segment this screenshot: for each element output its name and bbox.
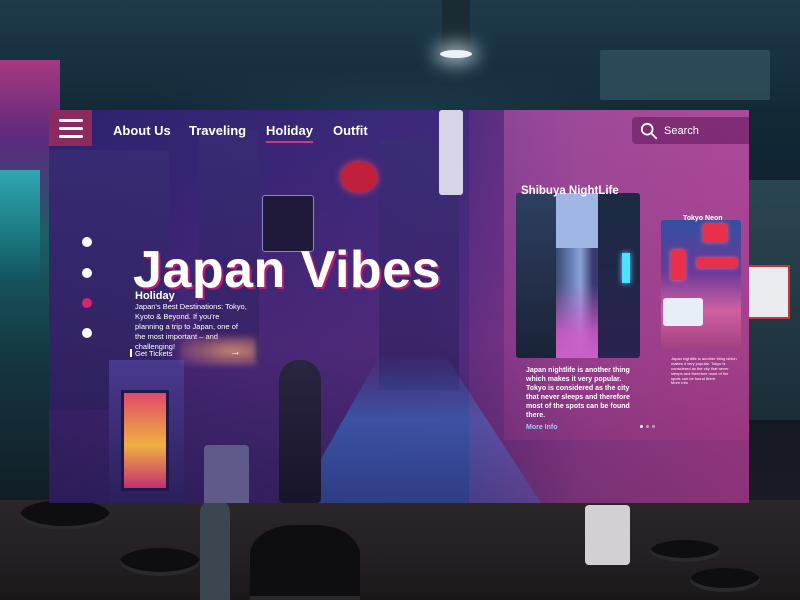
nav-traveling[interactable]: Traveling (189, 123, 246, 138)
neon-sign (703, 224, 727, 242)
secondary-description: Japan nightlife is another thing which m… (671, 356, 737, 381)
ceiling-lamp (442, 0, 470, 56)
slide-dot[interactable] (82, 237, 92, 247)
hamburger-menu-button[interactable] (49, 110, 92, 146)
alley-wall (516, 193, 556, 358)
alley-sky (556, 193, 598, 248)
hero-subtitle: Holiday (135, 290, 175, 302)
menu-line (58, 118, 83, 122)
stool (250, 525, 360, 600)
more-info-link[interactable]: More Info (526, 424, 558, 431)
nav-holiday[interactable]: Holiday (266, 123, 313, 143)
arcade-screen (0, 170, 40, 280)
alley-neon-light (622, 253, 630, 283)
stool (20, 500, 110, 530)
pager-dot[interactable] (652, 425, 655, 428)
neon-sign (697, 258, 737, 268)
secondary-more-info-link[interactable]: More Info (671, 380, 688, 385)
background-person (200, 500, 230, 600)
stool (690, 568, 760, 592)
nav-about-us[interactable]: About Us (113, 123, 171, 138)
pager-dot-active[interactable] (640, 425, 643, 428)
get-tickets-button[interactable]: Get Tickets → (130, 336, 256, 366)
get-tickets-label: Get Tickets (135, 349, 173, 358)
shibuya-nightlife-image[interactable] (516, 193, 640, 358)
nav-outfit[interactable]: Outfit (333, 123, 368, 138)
tokyo-neon-image[interactable] (661, 220, 741, 350)
pager-dot[interactable] (646, 425, 649, 428)
neon-sign (671, 250, 685, 280)
search-bar[interactable] (632, 117, 749, 144)
button-glow (180, 336, 256, 366)
slide-dot[interactable] (82, 268, 92, 278)
street-person (279, 360, 321, 503)
neon-sign (439, 110, 463, 195)
slide-dot-active[interactable] (82, 298, 92, 308)
search-icon (640, 122, 658, 139)
hero-title: Japan Vibes (133, 241, 442, 299)
air-duct (600, 50, 770, 100)
menu-line (58, 134, 83, 138)
stool (120, 548, 200, 576)
featured-title: Shibuya NightLife (521, 185, 619, 197)
arrow-right-icon: → (230, 346, 241, 358)
bus (663, 298, 703, 326)
warning-sign (746, 265, 790, 319)
neon-sign (341, 162, 377, 192)
search-input[interactable] (664, 124, 744, 137)
lamp-glow (440, 50, 472, 58)
slide-dot[interactable] (82, 328, 92, 338)
stool (650, 540, 720, 562)
featured-description: Japan nightlife is another thing which m… (526, 367, 630, 419)
button-accent-bar (130, 349, 132, 357)
shopping-bag (585, 505, 630, 565)
alley-wall (598, 193, 640, 358)
secondary-title: Tokyo Neon (683, 215, 723, 222)
storefront-poster (121, 390, 169, 491)
trash-bin (204, 445, 249, 503)
menu-line (58, 126, 83, 130)
